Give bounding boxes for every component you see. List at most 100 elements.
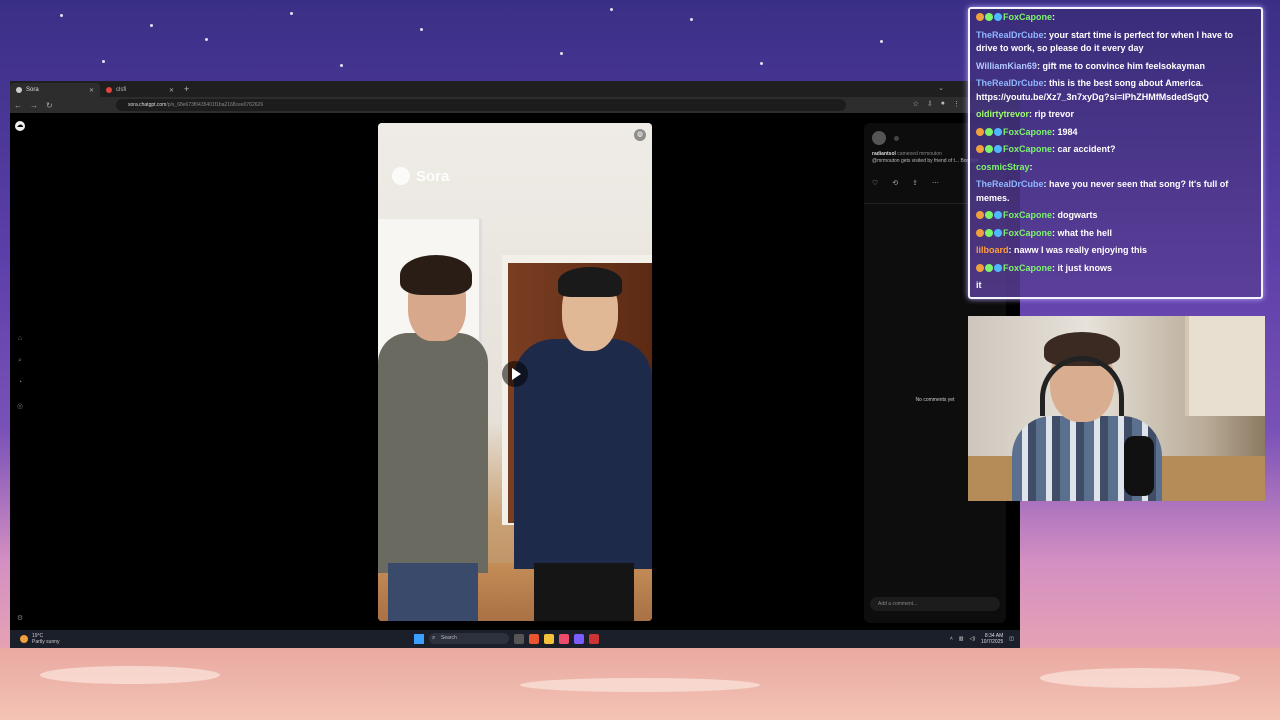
chat-badge-icon: [976, 13, 984, 21]
chat-author[interactable]: FoxCapone: [1003, 12, 1052, 22]
chat-badge-icon: [994, 127, 1002, 136]
chat-message: FoxCapone: dogwarts: [976, 209, 1255, 223]
chat-message: FoxCapone: car accident?: [976, 143, 1255, 157]
play-button[interactable]: [502, 361, 528, 387]
sora-logo-icon[interactable]: ☁: [15, 121, 25, 131]
username: radiantsol: [872, 151, 896, 157]
more-icon[interactable]: ⋯: [932, 179, 939, 187]
video-player[interactable]: Sora ◍: [378, 123, 652, 621]
remix-icon[interactable]: ⟲: [892, 179, 898, 187]
sora-cloud-icon: [392, 167, 410, 185]
chat-author[interactable]: cosmicStray: [976, 162, 1030, 172]
task-view-icon[interactable]: [514, 633, 524, 644]
chat-message: WilliamKian69: gift me to convince him f…: [976, 60, 1255, 74]
notification-icon[interactable]: ◔: [16, 379, 24, 387]
chat-author[interactable]: TheRealDrCube: [976, 30, 1044, 40]
reload-icon[interactable]: ↻: [46, 101, 53, 110]
browser-tab-strip: Sora ✕ clsfi ✕ + ⌄: [10, 81, 1020, 97]
network-icon[interactable]: ▥: [959, 636, 964, 642]
stream-chat: FoxCapone: TheRealDrCube: your start tim…: [968, 7, 1263, 299]
mute-icon[interactable]: ◍: [634, 129, 646, 141]
obs-icon[interactable]: [589, 633, 599, 644]
shelf: [1185, 316, 1265, 416]
tab-label: clsfi: [116, 87, 127, 93]
chat-badge-icon: [985, 228, 993, 237]
browser-app-icon[interactable]: [529, 633, 539, 644]
sora-favicon-icon: [16, 87, 22, 93]
chat-badge-icon: [985, 263, 993, 272]
windows-start-icon[interactable]: [414, 633, 424, 644]
chat-author[interactable]: FoxCapone: [1003, 144, 1052, 154]
like-icon[interactable]: ♡: [872, 179, 878, 187]
profile-icon[interactable]: ●: [941, 100, 945, 108]
chat-text: naww I was really enjoying this: [1014, 245, 1148, 255]
browser-toolbar: ← → ↻ sora.chatgpt.com /p/s_68e673f04354…: [10, 97, 1020, 113]
avatar[interactable]: [872, 131, 886, 145]
address-bar[interactable]: sora.chatgpt.com /p/s_68e673f0435401f1ba…: [116, 99, 846, 111]
bookmark-star-icon[interactable]: ☆: [913, 100, 919, 108]
share-icon[interactable]: ⇪: [912, 179, 918, 187]
sun-icon: [20, 635, 28, 643]
close-tab-icon[interactable]: ✕: [169, 87, 174, 94]
settings-icon[interactable]: ⚙: [16, 615, 24, 623]
chat-author[interactable]: TheRealDrCube: [976, 78, 1044, 88]
chat-badge-icon: [985, 211, 993, 219]
chat-author[interactable]: FoxCapone: [1003, 210, 1052, 220]
chat-author[interactable]: FoxCapone: [1003, 263, 1052, 273]
desktop-capture: Sora ✕ clsfi ✕ + ⌄ ← → ↻ sora.chatgpt.co…: [10, 81, 1020, 648]
clock[interactable]: 8:34 AM 10/7/2025: [981, 633, 1003, 645]
post-author[interactable]: radiantsol cameoed mrmouton: [872, 151, 942, 157]
app-icon[interactable]: [559, 633, 569, 644]
chat-author[interactable]: FoxCapone: [1003, 127, 1052, 137]
chat-badge-icon: [976, 145, 984, 153]
beach-sand: [0, 648, 1280, 720]
download-icon[interactable]: ⇩: [927, 100, 933, 108]
chat-message: oldirtytrevor: rip trevor: [976, 108, 1255, 122]
chat-badge-icon: [976, 263, 984, 272]
profile-icon[interactable]: ◎: [16, 403, 24, 411]
chat-author[interactable]: WilliamKian69: [976, 61, 1037, 71]
weather-desc: Partly sunny: [32, 639, 60, 645]
person-right: [514, 267, 652, 621]
chat-separator: :: [1052, 12, 1056, 22]
tab-sora[interactable]: Sora ✕: [10, 83, 100, 97]
close-tab-icon[interactable]: ✕: [89, 87, 94, 94]
chat-message: it: [976, 279, 1255, 293]
chat-text: dogwarts: [1057, 210, 1098, 220]
chat-author[interactable]: oldirtytrevor: [976, 109, 1029, 119]
chat-author[interactable]: FoxCapone: [1003, 228, 1052, 238]
discord-icon[interactable]: [574, 633, 584, 644]
comment-input[interactable]: Add a comment...: [870, 597, 1000, 611]
system-tray: ˄ ▥ ◁) 8:34 AM 10/7/2025 ◫: [950, 633, 1014, 645]
weather-widget[interactable]: 19°C Partly sunny: [20, 633, 60, 645]
search-icon[interactable]: ⌕: [16, 357, 24, 365]
chat-author[interactable]: lilboard: [976, 245, 1009, 255]
back-icon[interactable]: ←: [14, 101, 22, 110]
volume-icon[interactable]: ◁): [970, 636, 976, 642]
chat-text: rip trevor: [1034, 109, 1075, 119]
file-explorer-icon[interactable]: [544, 633, 554, 644]
url-path: /p/s_68e673f0435401f1ba2168cee0762626: [166, 102, 264, 108]
menu-icon[interactable]: ⋮: [953, 100, 960, 108]
home-icon[interactable]: ⌂: [16, 335, 24, 343]
webcam-feed: [968, 316, 1265, 501]
tab-label: Sora: [26, 87, 39, 93]
chat-message: TheRealDrCube: your start time is perfec…: [976, 29, 1255, 56]
clock-date: 10/7/2025: [981, 639, 1004, 645]
chevron-up-icon[interactable]: ˄: [950, 636, 953, 642]
chat-message: TheRealDrCube: have you never seen that …: [976, 178, 1255, 205]
new-tab-button[interactable]: +: [184, 84, 189, 94]
notification-bell-icon[interactable]: ◫: [1009, 636, 1014, 642]
cameo-avatar[interactable]: [894, 136, 899, 141]
chat-badge-icon: [976, 211, 984, 219]
person-left: [378, 255, 488, 621]
tab-clsfi[interactable]: clsfi ✕: [100, 83, 180, 97]
taskbar-search[interactable]: Search: [429, 633, 509, 644]
taskbar-apps: Search: [414, 633, 599, 644]
chat-badge-icon: [976, 228, 984, 237]
chat-author[interactable]: TheRealDrCube: [976, 179, 1044, 189]
chat-badge-icon: [994, 263, 1002, 272]
chevron-down-icon[interactable]: ⌄: [938, 84, 944, 92]
forward-icon[interactable]: →: [30, 101, 38, 110]
chat-message: TheRealDrCube: this is the best song abo…: [976, 77, 1255, 104]
